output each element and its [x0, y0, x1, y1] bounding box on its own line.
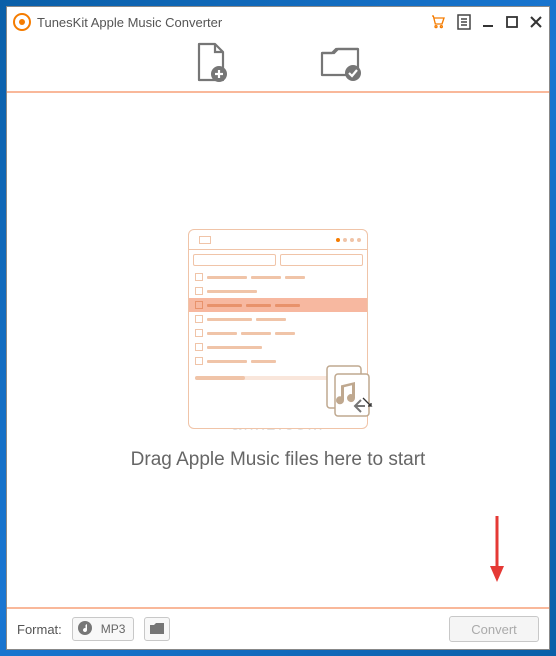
shopping-cart-icon[interactable]	[429, 14, 447, 30]
illustration	[188, 229, 368, 429]
music-files-icon	[321, 364, 377, 420]
app-window: TunesKit Apple Music Converter	[6, 6, 550, 650]
add-file-icon	[193, 42, 229, 82]
annotation-arrow-icon	[487, 514, 507, 589]
drop-hint-text: Drag Apple Music files here to start	[131, 449, 426, 471]
format-selector[interactable]: MP3	[72, 617, 135, 641]
output-folder-button[interactable]	[319, 43, 363, 86]
toolbar	[7, 37, 549, 93]
format-value: MP3	[101, 622, 126, 636]
browse-folder-button[interactable]	[144, 617, 170, 641]
app-title: TunesKit Apple Music Converter	[37, 15, 429, 30]
folder-icon	[149, 622, 165, 636]
app-logo-icon	[13, 13, 31, 31]
add-file-button[interactable]	[193, 42, 229, 87]
convert-button[interactable]: Convert	[449, 616, 539, 642]
titlebar: TunesKit Apple Music Converter	[7, 7, 549, 37]
music-format-icon	[77, 620, 93, 639]
menu-icon[interactable]	[457, 14, 471, 30]
close-icon[interactable]	[529, 15, 543, 29]
format-label: Format:	[17, 622, 62, 637]
main-drop-area[interactable]: 安下载 anxz.com Dra	[7, 93, 549, 607]
minimize-icon[interactable]	[481, 15, 495, 29]
convert-button-label: Convert	[471, 622, 517, 637]
output-folder-icon	[319, 43, 363, 81]
bottombar: Format: MP3 Convert	[7, 607, 549, 649]
maximize-icon[interactable]	[505, 15, 519, 29]
